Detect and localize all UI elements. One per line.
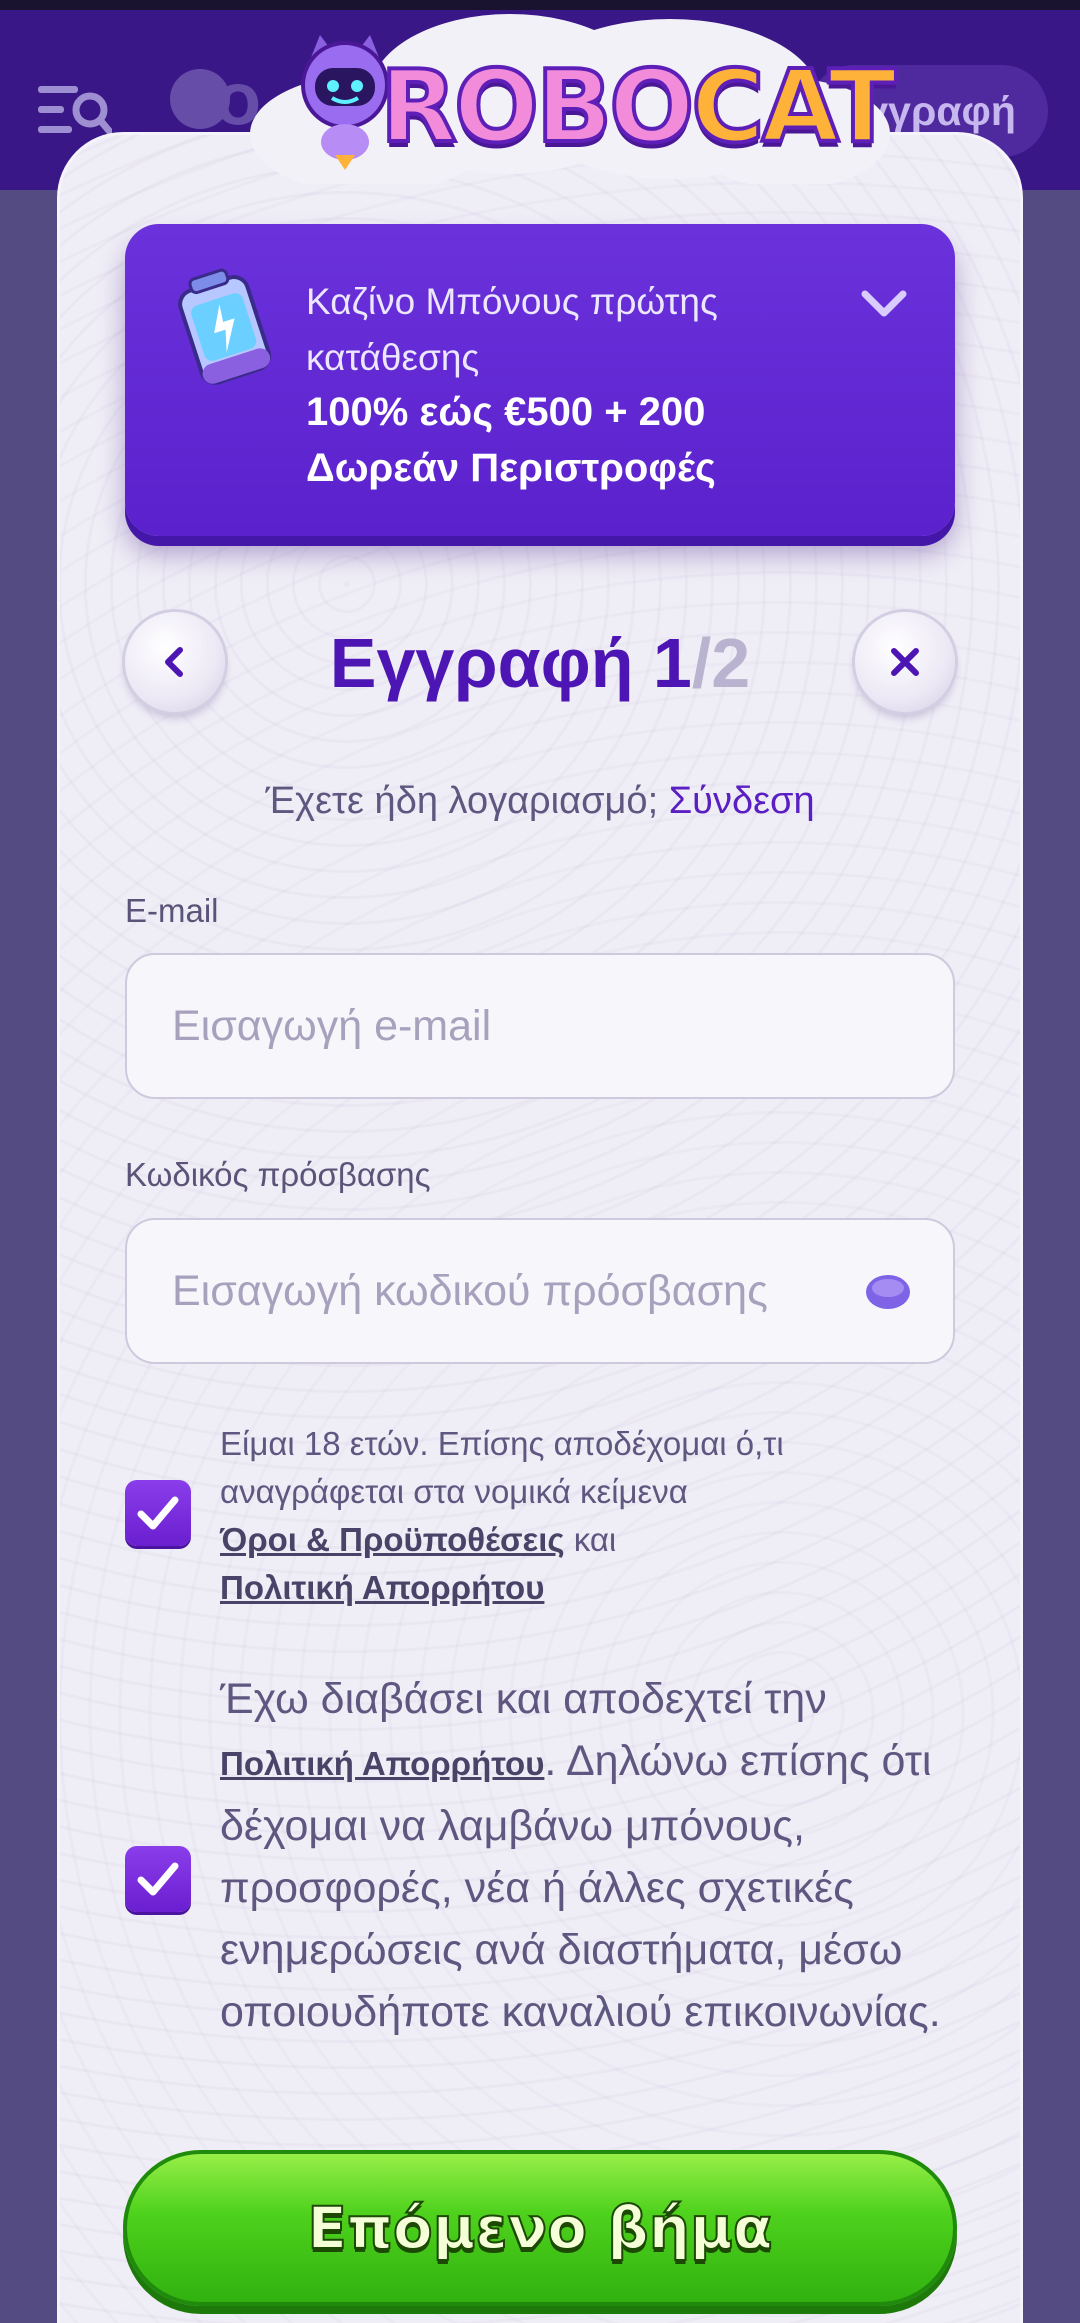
close-icon: [891, 648, 919, 676]
status-bar: [0, 0, 1080, 10]
chevron-down-icon[interactable]: [859, 286, 909, 322]
email-input[interactable]: [127, 955, 953, 1097]
checkmark-icon: [137, 1862, 179, 1896]
terms-and: και: [573, 1521, 617, 1558]
step-title-text: Εγγραφή 1: [329, 624, 692, 702]
logo-text: ROBOCAT: [378, 46, 898, 167]
password-field-wrapper: [125, 1218, 955, 1364]
email-field-wrapper: [125, 953, 955, 1099]
password-input[interactable]: [127, 1220, 953, 1362]
logo-text-cat: CAT: [689, 46, 898, 167]
login-prompt-text: Έχετε ήδη λογαριασμό;: [265, 780, 659, 822]
password-label: Κωδικός πρόσβασης: [125, 1156, 431, 1193]
bonus-subtitle: Καζίνο Μπόνους πρώτης κατάθεσης: [306, 281, 718, 378]
terms-link[interactable]: Όροι & Προϋποθέσεις: [220, 1521, 565, 1558]
marketing-consent-intro: Έχω διαβάσει και αποδεχτεί την: [220, 1675, 827, 1723]
step-title: Εγγραφή 1/2: [200, 618, 880, 708]
battery-bonus-icon: [178, 268, 272, 385]
privacy-policy-link[interactable]: Πολιτική Απορρήτου: [220, 1569, 544, 1606]
terms-consent-text: Είμαι 18 ετών. Επίσης αποδέχομαι ό,τι αν…: [220, 1420, 950, 1612]
chevron-left-icon: [165, 647, 183, 677]
login-link[interactable]: Σύνδεση: [669, 780, 815, 822]
menu-search-icon[interactable]: [38, 80, 112, 140]
next-step-button[interactable]: Επόμενο βήμα: [123, 2150, 957, 2306]
email-label: E-mail: [125, 892, 219, 929]
bonus-title: 100% εώς €500 + 200 Δωρεάν Περιστροφές: [306, 390, 716, 490]
marketing-privacy-link[interactable]: Πολιτική Απορρήτου: [220, 1745, 544, 1782]
marketing-consent-text: Έχω διαβάσει και αποδεχτεί την Πολιτική …: [220, 1668, 950, 2043]
checkmark-icon: [137, 1496, 179, 1530]
robocat-logo: ROBOCAT: [290, 26, 898, 176]
eye-icon[interactable]: [865, 1272, 911, 1312]
terms-consent-body: Είμαι 18 ετών. Επίσης αποδέχομαι ό,τι αν…: [220, 1425, 784, 1510]
marketing-checkbox[interactable]: [125, 1846, 191, 1912]
logo-text-robo: ROBO: [378, 46, 696, 167]
bonus-banner[interactable]: Καζίνο Μπόνους πρώτης κατάθεσης 100% εώς…: [125, 224, 955, 536]
terms-checkbox[interactable]: [125, 1480, 191, 1546]
next-step-label: Επόμενο βήμα: [306, 2193, 773, 2263]
login-prompt: Έχετε ήδη λογαριασμό; Σύνδεση: [0, 780, 1080, 823]
step-total: /2: [691, 624, 751, 702]
close-button[interactable]: [855, 612, 955, 712]
